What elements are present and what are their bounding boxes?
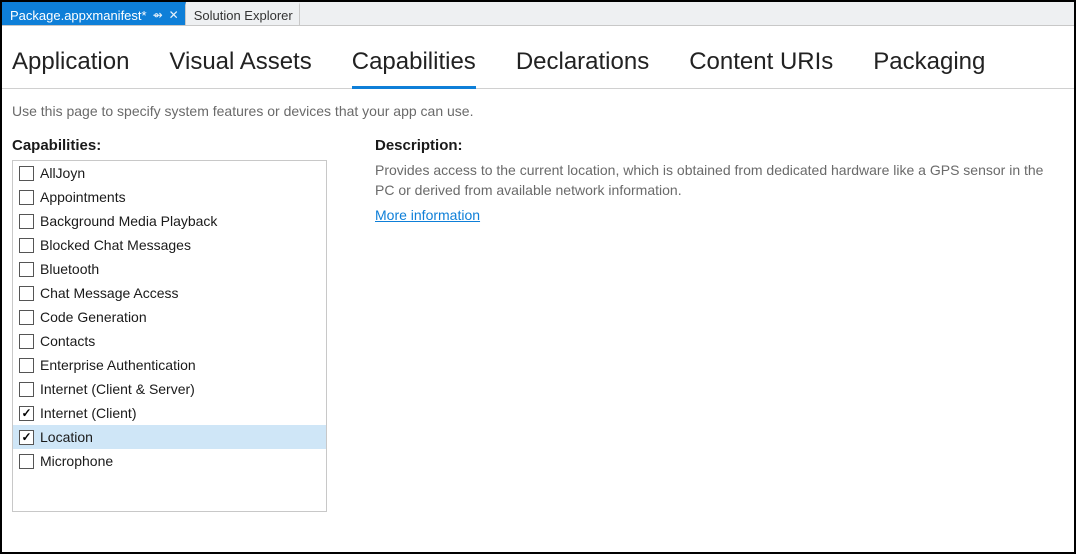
capability-checkbox[interactable] — [19, 454, 34, 469]
capability-checkbox[interactable] — [19, 406, 34, 421]
capability-row[interactable]: Code Generation — [13, 305, 326, 329]
capability-row[interactable]: AllJoyn — [13, 161, 326, 185]
capabilities-list[interactable]: AllJoyn Appointments Background Media Play… — [12, 160, 327, 512]
capability-checkbox[interactable] — [19, 334, 34, 349]
capability-checkbox[interactable] — [19, 430, 34, 445]
tab-capabilities[interactable]: Capabilities — [352, 48, 476, 89]
close-icon[interactable]: ✕ — [169, 9, 179, 21]
capabilities-column: Capabilities: AllJoyn Appointments Backgro… — [12, 137, 327, 552]
capability-label: AllJoyn — [40, 165, 85, 181]
capability-label: Code Generation — [40, 309, 147, 325]
capability-row[interactable]: Internet (Client & Server) — [13, 377, 326, 401]
capability-label: Blocked Chat Messages — [40, 237, 191, 253]
page-hint: Use this page to specify system features… — [2, 89, 1074, 137]
manifest-tabs: Application Visual Assets Capabilities Decl… — [2, 26, 1074, 89]
capability-row[interactable]: Background Media Playback — [13, 209, 326, 233]
capability-row[interactable]: Chat Message Access — [13, 281, 326, 305]
editor-tab-0[interactable]: Package.appxmanifest* ⇴ ✕ — [2, 2, 186, 25]
editor-tab-1[interactable]: Solution Explorer — [186, 2, 300, 25]
capability-checkbox[interactable] — [19, 238, 34, 253]
capability-row[interactable]: Internet (Client) — [13, 401, 326, 425]
capability-checkbox[interactable] — [19, 358, 34, 373]
capability-label: Internet (Client) — [40, 405, 136, 421]
capability-label: Chat Message Access — [40, 285, 179, 301]
tab-declarations[interactable]: Declarations — [516, 48, 649, 89]
capability-row[interactable]: Appointments — [13, 185, 326, 209]
capability-checkbox[interactable] — [19, 262, 34, 277]
capability-label: Background Media Playback — [40, 213, 217, 229]
description-column: Description: Provides access to the curr… — [375, 137, 1064, 552]
capability-row[interactable]: Location — [13, 425, 326, 449]
capability-label: Internet (Client & Server) — [40, 381, 195, 397]
editor-tab-label: Solution Explorer — [194, 8, 293, 23]
content-area: Capabilities: AllJoyn Appointments Backgro… — [2, 137, 1074, 552]
tab-visual-assets[interactable]: Visual Assets — [169, 48, 311, 89]
capability-row[interactable]: Blocked Chat Messages — [13, 233, 326, 257]
description-heading: Description: — [375, 137, 1054, 154]
capability-label: Enterprise Authentication — [40, 357, 196, 373]
capability-checkbox[interactable] — [19, 214, 34, 229]
more-information-link[interactable]: More information — [375, 207, 480, 223]
capability-label: Bluetooth — [40, 261, 99, 277]
capability-checkbox[interactable] — [19, 190, 34, 205]
capability-row[interactable]: Microphone — [13, 449, 326, 473]
capability-row[interactable]: Enterprise Authentication — [13, 353, 326, 377]
capability-row[interactable]: Contacts — [13, 329, 326, 353]
tab-application[interactable]: Application — [12, 48, 129, 89]
capability-row[interactable]: Bluetooth — [13, 257, 326, 281]
capability-checkbox[interactable] — [19, 382, 34, 397]
tab-packaging[interactable]: Packaging — [873, 48, 985, 89]
capability-label: Appointments — [40, 189, 126, 205]
description-text: Provides access to the current location,… — [375, 160, 1054, 201]
pin-icon[interactable]: ⇴ — [153, 9, 163, 21]
capability-label: Location — [40, 429, 93, 445]
capability-checkbox[interactable] — [19, 166, 34, 181]
capability-checkbox[interactable] — [19, 286, 34, 301]
capability-label: Contacts — [40, 333, 95, 349]
capability-checkbox[interactable] — [19, 310, 34, 325]
editor-tab-bar: Package.appxmanifest* ⇴ ✕ Solution Explorer — [2, 2, 1074, 26]
editor-tab-label: Package.appxmanifest* — [10, 8, 147, 23]
tab-content-uris[interactable]: Content URIs — [689, 48, 833, 89]
capabilities-heading: Capabilities: — [12, 137, 327, 154]
capability-label: Microphone — [40, 453, 113, 469]
